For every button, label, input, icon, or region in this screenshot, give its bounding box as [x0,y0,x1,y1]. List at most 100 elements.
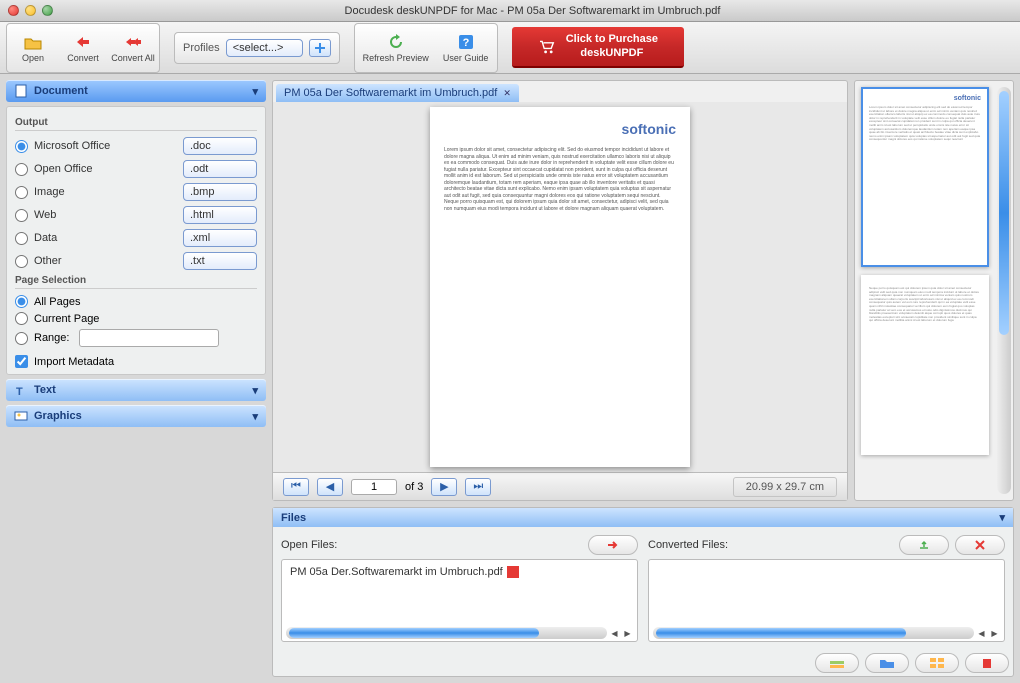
refresh-preview-button[interactable]: Refresh Preview [357,26,435,70]
export-icon [917,540,931,550]
page-dimensions-label: 20.99 x 29.7 cm [733,477,837,497]
action-4-button[interactable] [965,653,1009,673]
zoom-window-button[interactable] [42,5,53,16]
close-tab-icon[interactable]: ✕ [503,88,511,99]
text-icon: T [14,383,28,397]
page-logo: softonic [444,121,676,137]
converted-files-list[interactable]: ◀▶ [648,559,1005,642]
h-scrollbar[interactable] [653,627,974,639]
collapse-icon: ▾ [252,85,258,98]
action-1-button[interactable] [815,653,859,673]
thumbnail-strip: softonic Lorem ipsum dolor sit amet cons… [854,80,1014,501]
page-number-input[interactable] [351,479,397,495]
scroll-left-icon[interactable]: ◀ [609,629,620,640]
arrow-right-icon [606,540,620,550]
output-option-web[interactable]: Web [15,209,56,222]
convert-file-button[interactable] [588,535,638,555]
h-scrollbar[interactable] [286,627,607,639]
x-icon [974,539,986,551]
range-input[interactable] [79,329,219,347]
preview-pane: PM 05a Der Softwaremarkt im Umbruch.pdf … [272,80,848,501]
main-toolbar: Open Convert Convert All Profiles <selec… [0,22,1020,74]
thumbnail-scrollbar[interactable] [997,87,1011,494]
convert-icon [73,33,93,51]
format-select-msoffice[interactable]: .doc [183,137,257,155]
import-metadata-label: Import Metadata [34,356,114,368]
format-select-data[interactable]: .xml [183,229,257,247]
graphics-icon [14,409,28,423]
thumbnail-page-2[interactable]: Neque porro quisquam est qui dolorem ips… [861,275,989,455]
output-section-label: Output [15,117,257,131]
traffic-lights [8,5,53,16]
close-window-button[interactable] [8,5,19,16]
convert-button[interactable]: Convert [59,26,107,70]
open-files-list[interactable]: PM 05a Der.Softwaremarkt im Umbruch.pdf … [281,559,638,642]
open-converted-button[interactable] [899,535,949,555]
output-option-msoffice[interactable]: Microsoft Office [15,140,110,153]
files-panel-header[interactable]: Files ▾ [273,508,1013,527]
output-option-openoffice[interactable]: Open Office [15,163,93,176]
scroll-left-icon[interactable]: ◀ [976,629,987,640]
profiles-add-button[interactable] [309,39,331,57]
range-radio[interactable]: Range: [15,329,257,347]
page-body-text: Lorem ipsum dolor sit amet, consectetur … [444,147,676,212]
profiles-select[interactable]: <select...> [226,39,303,57]
folder-open-icon [23,33,43,51]
document-icon [14,84,28,98]
open-files-label: Open Files: [281,539,337,551]
format-select-web[interactable]: .html [183,206,257,224]
expand-icon: ▾ [252,384,258,397]
trash-icon [979,657,995,669]
refresh-icon [386,33,406,51]
converted-files-label: Converted Files: [648,539,728,551]
bottom-actions [273,650,1013,676]
window-title: Docudesk deskUNPDF for Mac - PM 05a Der … [53,5,1012,17]
format-select-openoffice[interactable]: .odt [183,160,257,178]
pdf-icon [507,566,519,578]
last-page-button[interactable]: ⏭ [465,478,491,496]
action-2-button[interactable] [865,653,909,673]
format-select-other[interactable]: .txt [183,252,257,270]
file-item[interactable]: PM 05a Der.Softwaremarkt im Umbruch.pdf [286,564,633,580]
svg-text:T: T [16,386,23,397]
purchase-button[interactable]: Click to Purchase deskUNPDF [512,27,684,67]
profiles-label: Profiles [183,42,220,54]
minimize-window-button[interactable] [25,5,36,16]
document-tab[interactable]: PM 05a Der Softwaremarkt im Umbruch.pdf … [276,84,519,102]
current-page-radio[interactable]: Current Page [15,312,257,325]
remove-converted-button[interactable] [955,535,1005,555]
stack-icon [829,657,845,669]
output-option-image[interactable]: Image [15,186,65,199]
scroll-right-icon[interactable]: ▶ [989,629,1000,640]
all-pages-radio[interactable]: All Pages [15,295,257,308]
pager-bar: ⏮ ◀ of 3 ▶ ⏭ 20.99 x 29.7 cm [273,472,847,500]
help-icon: ? [456,33,476,51]
grid-icon [929,657,945,669]
text-panel-header[interactable]: T Text ▾ [6,379,266,401]
output-option-data[interactable]: Data [15,232,57,245]
format-select-image[interactable]: .bmp [183,183,257,201]
import-metadata-checkbox[interactable] [15,355,28,368]
thumbnail-page-1[interactable]: softonic Lorem ipsum dolor sit amet cons… [861,87,989,267]
page-preview: softonic Lorem ipsum dolor sit amet, con… [430,107,690,467]
next-page-button[interactable]: ▶ [431,478,457,496]
files-panel: Files ▾ Open Files: PM 05a Der.Softw [272,507,1014,677]
folder-icon [879,657,895,669]
title-bar: Docudesk deskUNPDF for Mac - PM 05a Der … [0,0,1020,22]
scroll-right-icon[interactable]: ▶ [622,629,633,640]
convert-all-icon [123,33,143,51]
plus-icon [315,43,325,53]
open-button[interactable]: Open [9,26,57,70]
collapse-icon: ▾ [999,511,1005,524]
convert-all-button[interactable]: Convert All [109,26,157,70]
user-guide-button[interactable]: ? User Guide [437,26,495,70]
action-3-button[interactable] [915,653,959,673]
first-page-button[interactable]: ⏮ [283,478,309,496]
prev-page-button[interactable]: ◀ [317,478,343,496]
document-panel-header[interactable]: Document ▾ [6,80,266,102]
page-view[interactable]: softonic Lorem ipsum dolor sit amet, con… [273,102,847,472]
svg-text:?: ? [462,37,469,49]
graphics-panel-header[interactable]: Graphics ▾ [6,405,266,427]
profiles-group: Profiles <select...> [174,32,340,64]
output-option-other[interactable]: Other [15,255,62,268]
